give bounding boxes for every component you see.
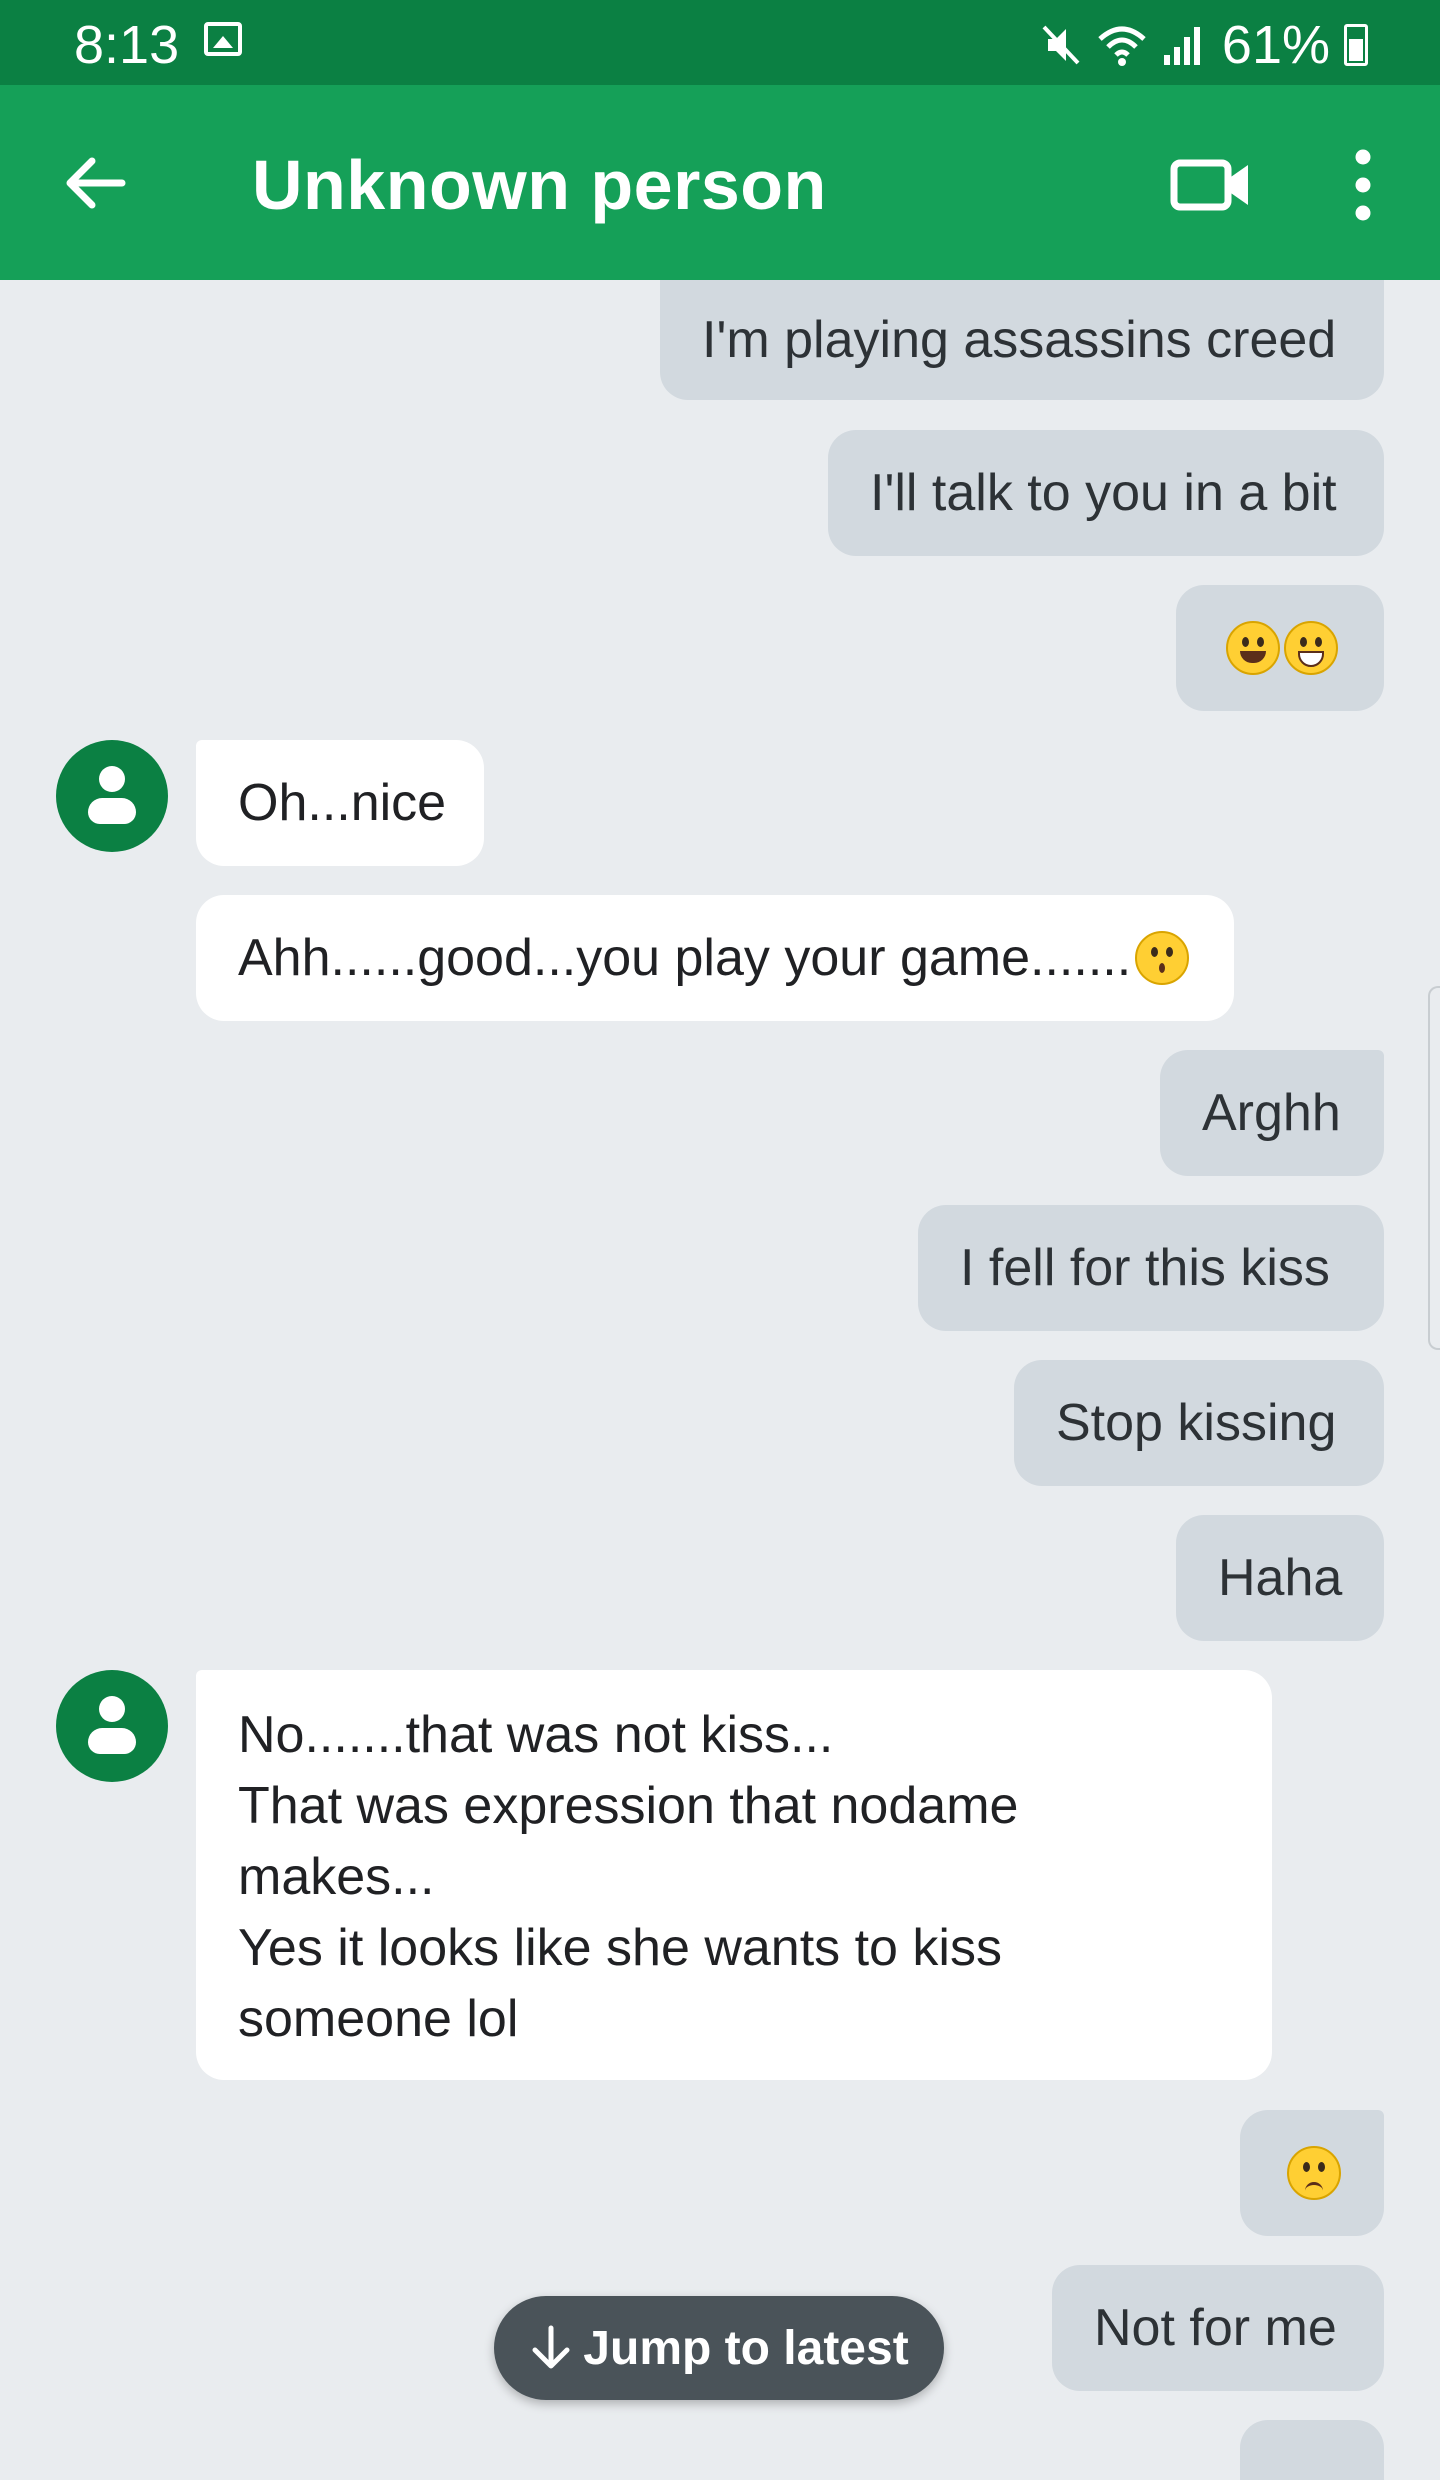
more-options-button[interactable] [1338, 143, 1388, 227]
contact-avatar[interactable] [56, 740, 168, 852]
arrow-down-icon [532, 2325, 570, 2369]
more-vert-icon [1355, 149, 1371, 221]
battery-icon [1344, 24, 1368, 66]
message-bubble-outgoing[interactable]: I'm playing assassins creed [660, 280, 1384, 400]
message-bubble-outgoing[interactable]: Not for me [1052, 2265, 1384, 2391]
status-icons: 61% [1042, 14, 1368, 76]
message-text: Ahh......good...you play your game......… [238, 929, 1132, 987]
conversation-title: Unknown person [252, 146, 827, 224]
message-text: Not for me [1094, 2299, 1337, 2357]
scroll-indicator[interactable] [1428, 986, 1440, 1350]
grinning-face-emoji [1226, 621, 1280, 675]
gallery-icon [204, 22, 242, 56]
status-bar: 8:13 61% [0, 0, 1440, 85]
grinning-squint-face-emoji [1284, 621, 1338, 675]
message-text: No.......that was not kiss... That was e… [238, 1700, 1018, 2055]
status-time: 8:13 [74, 15, 180, 75]
message-bubble-outgoing[interactable]: I'll talk to you in a bit [828, 430, 1384, 556]
message-text: I'm playing assassins creed [702, 311, 1337, 369]
message-line: makes... [238, 1848, 435, 1906]
message-text: Haha [1218, 1549, 1343, 1607]
wifi-icon [1098, 26, 1146, 66]
message-bubble-incoming[interactable]: Ahh......good...you play your game......… [196, 895, 1234, 1021]
message-bubble-outgoing[interactable] [1176, 585, 1384, 711]
signal-icon [1163, 27, 1200, 65]
message-line: That was expression that nodame [238, 1777, 1019, 1835]
message-bubble-outgoing[interactable]: Arghh [1160, 1050, 1384, 1176]
battery-percent: 61% [1221, 15, 1330, 75]
app-bar: Unknown person [0, 85, 1440, 280]
confused-face-emoji [1287, 2146, 1341, 2200]
message-bubble-incoming[interactable]: No.......that was not kiss... That was e… [196, 1670, 1272, 2080]
video-call-icon [1170, 159, 1248, 211]
message-text: Stop kissing [1056, 1394, 1337, 1452]
jump-to-latest-label: Jump to latest [583, 2321, 909, 2375]
message-line: someone lol [238, 1990, 519, 2048]
message-text: Arghh [1202, 1084, 1341, 1142]
message-thread[interactable]: I'm playing assassins creed I'll talk to… [0, 280, 1440, 2480]
back-button[interactable] [56, 143, 136, 223]
message-bubble-incoming[interactable]: Oh...nice [196, 740, 484, 866]
message-bubble-outgoing-partial[interactable] [1240, 2420, 1384, 2480]
back-arrow-icon [66, 157, 126, 209]
contact-avatar[interactable] [56, 1670, 168, 1782]
message-bubble-outgoing[interactable]: I fell for this kiss [918, 1205, 1384, 1331]
kissing-face-emoji [1135, 931, 1190, 985]
message-bubble-outgoing[interactable]: Stop kissing [1014, 1360, 1384, 1486]
message-text: I'll talk to you in a bit [870, 464, 1337, 522]
jump-to-latest-button[interactable]: Jump to latest [494, 2296, 944, 2400]
video-call-button[interactable] [1168, 145, 1258, 225]
message-line: No.......that was not kiss... [238, 1706, 834, 1764]
message-line: Yes it looks like she wants to kiss [238, 1919, 1002, 1977]
message-bubble-outgoing[interactable]: Haha [1176, 1515, 1384, 1641]
message-bubble-outgoing[interactable] [1240, 2110, 1384, 2236]
message-text: Oh...nice [238, 774, 447, 832]
mute-icon [1042, 25, 1080, 65]
message-text: I fell for this kiss [960, 1239, 1330, 1297]
